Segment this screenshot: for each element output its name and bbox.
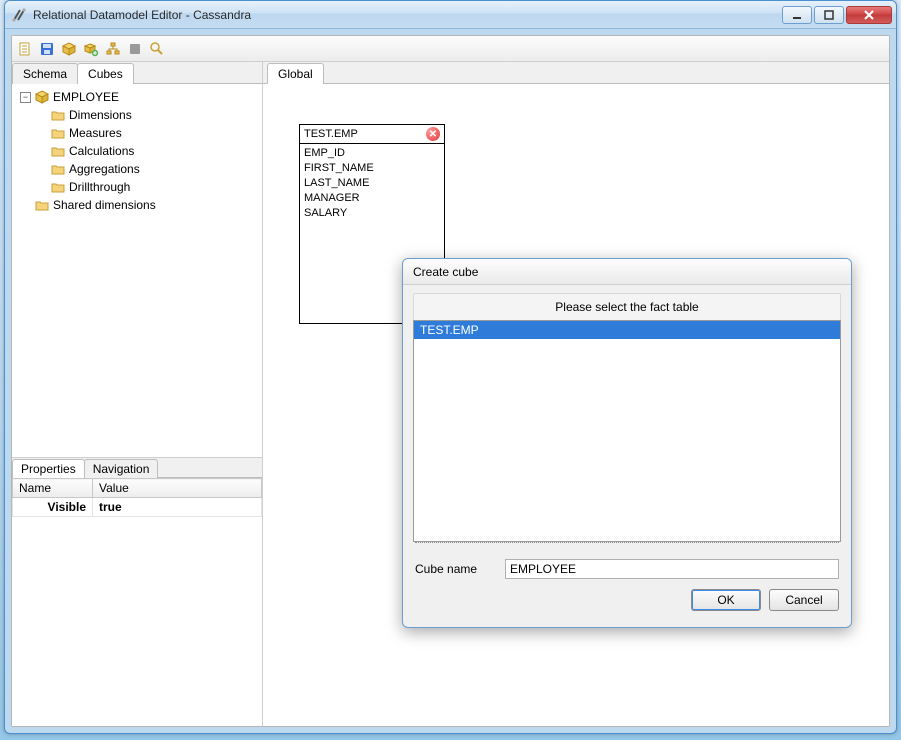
- column-item[interactable]: SALARY: [304, 206, 440, 221]
- create-cube-dialog: Create cube Please select the fact table…: [402, 258, 852, 628]
- cube-icon[interactable]: [60, 40, 78, 58]
- table-columns: EMP_IDFIRST_NAMELAST_NAMEMANAGERSALARY: [300, 144, 444, 223]
- cube-add-icon[interactable]: [82, 40, 100, 58]
- tree-label: Dimensions: [69, 106, 132, 124]
- folder-icon: [51, 163, 65, 175]
- col-name[interactable]: Name: [13, 479, 93, 498]
- column-item[interactable]: EMP_ID: [304, 146, 440, 161]
- tab-navigation[interactable]: Navigation: [84, 459, 159, 478]
- col-value[interactable]: Value: [93, 479, 262, 498]
- tab-schema[interactable]: Schema: [12, 63, 78, 84]
- maximize-button[interactable]: [814, 6, 844, 24]
- list-item[interactable]: TEST.EMP: [414, 321, 840, 339]
- close-button[interactable]: [846, 6, 892, 24]
- table-title: TEST.EMP: [304, 128, 358, 140]
- tab-cubes[interactable]: Cubes: [77, 63, 134, 84]
- hierarchy-icon[interactable]: [104, 40, 122, 58]
- tree-label: Measures: [69, 124, 122, 142]
- folder-icon: [51, 145, 65, 157]
- remove-table-icon[interactable]: ✕: [426, 127, 440, 141]
- folder-icon: [51, 109, 65, 121]
- column-item[interactable]: MANAGER: [304, 191, 440, 206]
- properties-table: Name Value Visibletrue: [12, 478, 262, 517]
- toolbar: [12, 36, 889, 62]
- tree-label: Calculations: [69, 142, 134, 160]
- tree-label: EMPLOYEE: [53, 88, 119, 106]
- new-doc-icon[interactable]: [16, 40, 34, 58]
- cube-icon: [35, 90, 49, 104]
- column-item[interactable]: LAST_NAME: [304, 176, 440, 191]
- tree-label: Shared dimensions: [53, 196, 156, 214]
- tree-item-drillthrough[interactable]: Drillthrough: [36, 178, 258, 196]
- app-icon: [11, 7, 27, 23]
- property-name: Visible: [13, 498, 93, 517]
- cancel-button[interactable]: Cancel: [769, 589, 839, 611]
- left-tabs: Schema Cubes: [12, 62, 262, 84]
- tree-item-aggregations[interactable]: Aggregations: [36, 160, 258, 178]
- tree-root-employee[interactable]: − EMPLOYEE: [20, 88, 258, 106]
- zoom-icon[interactable]: [148, 40, 166, 58]
- property-value: true: [93, 498, 262, 517]
- left-panel: Schema Cubes − EMPLOYEE DimensionsMeasur…: [12, 62, 263, 726]
- window-title: Relational Datamodel Editor - Cassandra: [33, 8, 782, 22]
- minimize-button[interactable]: [782, 6, 812, 24]
- dialog-title[interactable]: Create cube: [403, 259, 851, 285]
- tree-label: Aggregations: [69, 160, 140, 178]
- cube-name-label: Cube name: [415, 562, 495, 576]
- tab-properties[interactable]: Properties: [12, 459, 85, 478]
- tree-item-measures[interactable]: Measures: [36, 124, 258, 142]
- folder-icon: [51, 181, 65, 193]
- cube-name-input[interactable]: [505, 559, 839, 579]
- titlebar[interactable]: Relational Datamodel Editor - Cassandra: [5, 1, 896, 29]
- tree-shared-dimensions[interactable]: Shared dimensions: [20, 196, 258, 214]
- tree-item-calculations[interactable]: Calculations: [36, 142, 258, 160]
- folder-icon: [35, 199, 49, 211]
- fact-table-list[interactable]: TEST.EMP: [413, 320, 841, 542]
- ok-button[interactable]: OK: [691, 589, 761, 611]
- stop-icon[interactable]: [126, 40, 144, 58]
- property-row[interactable]: Visibletrue: [13, 498, 262, 517]
- properties-panel: Properties Navigation Name Value Visible…: [12, 458, 262, 726]
- folder-icon: [51, 127, 65, 139]
- cube-tree[interactable]: − EMPLOYEE DimensionsMeasuresCalculation…: [12, 84, 262, 458]
- dialog-instruction: Please select the fact table: [413, 293, 841, 320]
- tree-item-dimensions[interactable]: Dimensions: [36, 106, 258, 124]
- tab-global[interactable]: Global: [267, 63, 324, 84]
- expand-icon[interactable]: −: [20, 92, 31, 103]
- column-item[interactable]: FIRST_NAME: [304, 161, 440, 176]
- tree-label: Drillthrough: [69, 178, 130, 196]
- save-icon[interactable]: [38, 40, 56, 58]
